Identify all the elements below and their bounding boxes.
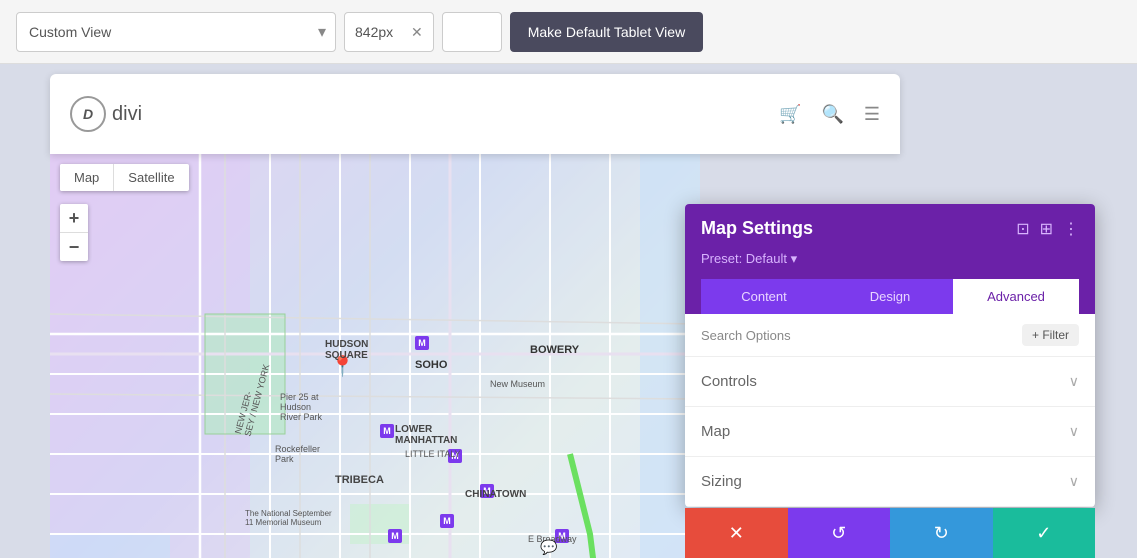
sizing-chevron-icon: ∨	[1069, 473, 1079, 490]
map-chat-icon: 💬	[540, 539, 557, 556]
map-zoom-controls: + −	[60, 204, 88, 261]
settings-panel: Map Settings ⊡ ⊞ ⋮ Preset: Default ▾ Con…	[685, 204, 1095, 507]
search-bar: Search Options + Filter	[685, 314, 1095, 357]
map-icon-m-1: M	[415, 336, 429, 350]
zoom-out-button[interactable]: −	[60, 233, 88, 261]
map-label-sept11: The National September11 Memorial Museum	[245, 509, 332, 527]
sizing-label: Sizing	[701, 473, 742, 490]
map-container: Map Satellite + − 📍 M M M M M M M M M	[50, 154, 700, 558]
split-icon[interactable]: ⊞	[1040, 219, 1053, 239]
px-input[interactable]	[355, 24, 405, 40]
divi-logo-icon: D	[70, 96, 106, 132]
top-toolbar: Custom View ▾ ✕ Make Default Tablet View	[0, 0, 1137, 64]
settings-body: Search Options + Filter Controls ∨ Map ∨…	[685, 314, 1095, 507]
map-label-little-italy: LITTLE ITALY	[405, 449, 461, 459]
settings-header-top: Map Settings ⊡ ⊞ ⋮	[701, 218, 1079, 239]
map-label-hudson-sq: HUDSONSQUARE	[325, 339, 368, 361]
map-label-chinatown: CHINATOWN	[465, 489, 526, 500]
map-type-controls: Map Satellite	[60, 164, 189, 191]
settings-title: Map Settings	[701, 218, 813, 239]
search-icon[interactable]: 🔍	[821, 104, 843, 125]
px-extra-input	[442, 12, 502, 52]
search-options-label: Search Options	[701, 328, 1014, 343]
map-label-soho: SOHO	[415, 359, 447, 371]
map-background: Map Satellite + − 📍 M M M M M M M M M	[50, 154, 700, 558]
action-bar: ✕ ↺ ↻ ✓	[685, 508, 1095, 558]
map-icon-m-2: M	[380, 424, 394, 438]
settings-section-map[interactable]: Map ∨	[685, 407, 1095, 457]
map-label-lower-manhattan: LOWERMANHATTAN	[395, 424, 457, 446]
map-label-pier25: Pier 25 atHudsonRiver Park	[280, 392, 322, 422]
map-chevron-icon: ∨	[1069, 423, 1079, 440]
redo-button[interactable]: ↻	[890, 508, 993, 558]
divi-logo: D divi	[70, 96, 142, 132]
map-type-satellite-button[interactable]: Satellite	[114, 164, 188, 191]
confirm-button[interactable]: ✓	[993, 508, 1096, 558]
browser-chrome: D divi 🛒 🔍 ☰	[50, 74, 900, 154]
menu-icon[interactable]: ☰	[864, 104, 880, 125]
settings-header-icons: ⊡ ⊞ ⋮	[1016, 219, 1079, 239]
reset-button[interactable]: ↺	[788, 508, 891, 558]
cart-icon[interactable]: 🛒	[779, 104, 801, 125]
map-label-bowery: BOWERY	[530, 344, 579, 356]
map-streets-svg	[50, 154, 700, 558]
map-label-new-museum: New Museum	[490, 379, 545, 389]
settings-tabs: Content Design Advanced	[701, 279, 1079, 314]
more-options-icon[interactable]: ⋮	[1063, 219, 1079, 239]
divi-logo-text: divi	[112, 103, 142, 126]
zoom-in-button[interactable]: +	[60, 204, 88, 232]
main-area: D divi 🛒 🔍 ☰	[0, 64, 1137, 558]
tab-design[interactable]: Design	[827, 279, 953, 314]
settings-section-sizing[interactable]: Sizing ∨	[685, 457, 1095, 507]
map-icon-m-9: M	[388, 529, 402, 543]
settings-header: Map Settings ⊡ ⊞ ⋮ Preset: Default ▾ Con…	[685, 204, 1095, 314]
browser-nav-icons: 🛒 🔍 ☰	[779, 104, 880, 125]
map-label-rockefeller: RockefellerPark	[275, 444, 320, 464]
make-default-button[interactable]: Make Default Tablet View	[510, 12, 703, 52]
controls-chevron-icon: ∨	[1069, 373, 1079, 390]
map-label-section: Map	[701, 423, 730, 440]
controls-label: Controls	[701, 373, 757, 390]
map-label-tribeca: TRIBECA	[335, 474, 384, 486]
tab-advanced[interactable]: Advanced	[953, 279, 1079, 314]
filter-button[interactable]: + Filter	[1022, 324, 1079, 346]
map-icon-m-5: M	[440, 514, 454, 528]
cancel-button[interactable]: ✕	[685, 508, 788, 558]
map-type-map-button[interactable]: Map	[60, 164, 113, 191]
settings-section-controls[interactable]: Controls ∨	[685, 357, 1095, 407]
settings-preset[interactable]: Preset: Default ▾	[701, 251, 1079, 267]
fullscreen-icon[interactable]: ⊡	[1016, 219, 1029, 239]
view-select[interactable]: Custom View	[16, 12, 336, 52]
tab-content[interactable]: Content	[701, 279, 827, 314]
px-input-wrapper: ✕	[344, 12, 434, 52]
px-close-icon[interactable]: ✕	[411, 25, 423, 39]
view-select-wrapper: Custom View ▾	[16, 12, 336, 52]
